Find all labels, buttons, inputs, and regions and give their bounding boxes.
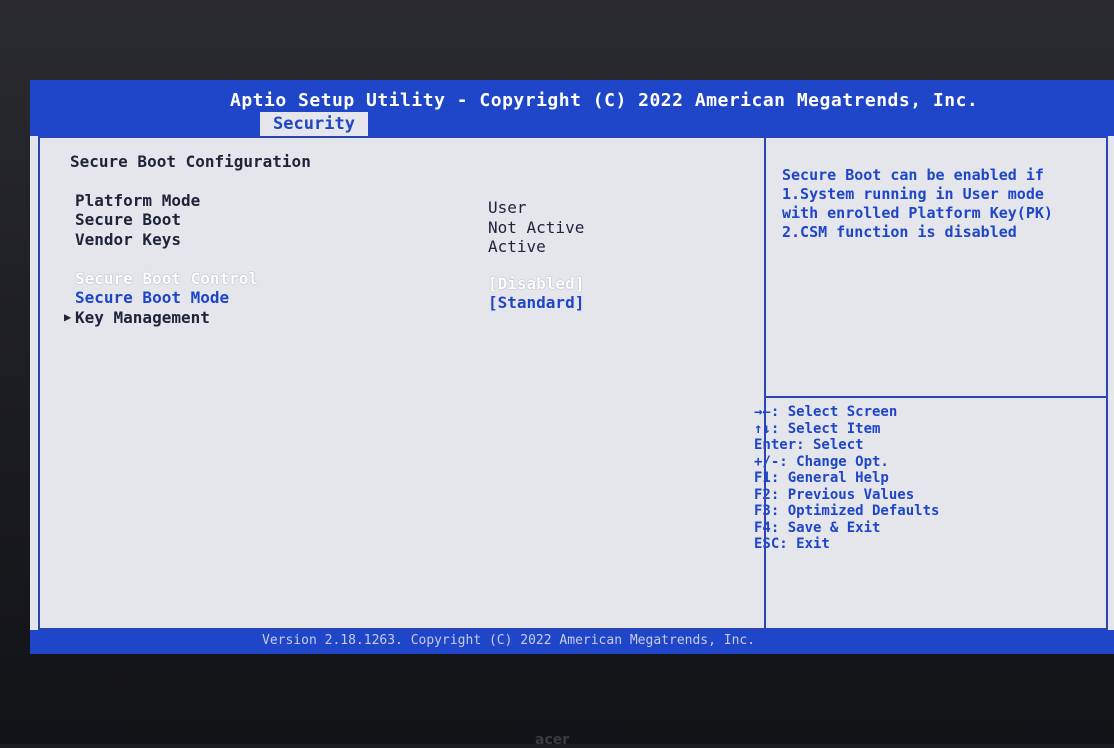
bios-title: Aptio Setup Utility - Copyright (C) 2022… (230, 90, 979, 111)
help-line: Secure Boot can be enabled if (782, 166, 1044, 184)
platform-mode-value: User (488, 198, 527, 217)
key-hint: →←: Select Screen (754, 404, 898, 420)
help-line: with enrolled Platform Key(PK) (782, 204, 1053, 222)
key-management-submenu[interactable]: Key Management (75, 308, 210, 327)
help-panel: Secure Boot can be enabled if 1.System r… (782, 166, 1053, 242)
brand-logo: acer (535, 732, 570, 748)
title-bar: Aptio Setup Utility - Copyright (C) 2022… (30, 80, 1114, 136)
help-divider (766, 396, 1106, 398)
section-title: Secure Boot Configuration (70, 152, 311, 171)
key-hint: +/-: Change Opt. (754, 453, 889, 470)
help-line: 1.System running in User mode (782, 185, 1044, 203)
help-line: 2.CSM function is disabled (782, 223, 1017, 241)
vendor-keys-value: Active (488, 237, 546, 256)
key-hint: F4: Save & Exit (754, 519, 881, 536)
key-hint: ↑↓: Select Item (754, 420, 881, 437)
key-hint: F2: Previous Values (754, 486, 915, 503)
secure-boot-label: Secure Boot (75, 210, 181, 229)
secure-boot-value: Not Active (488, 218, 585, 237)
submenu-arrow-icon: ▶ (64, 310, 72, 324)
key-hint: ESC: Exit (754, 536, 830, 552)
secure-boot-mode-value[interactable]: [Standard] (488, 293, 584, 312)
secure-boot-mode-option[interactable]: Secure Boot Mode (75, 288, 229, 307)
secure-boot-control-value[interactable]: [Disabled] (488, 274, 584, 293)
key-legend: →←: Select Screen ↑↓: Select Item Enter:… (754, 404, 939, 553)
tab-security[interactable]: Security (260, 112, 368, 136)
panel-divider (764, 136, 766, 630)
version-text: Version 2.18.1263. Copyright (C) 2022 Am… (262, 633, 756, 648)
key-hint: F3: Optimized Defaults (754, 503, 940, 519)
platform-mode-label: Platform Mode (75, 191, 201, 210)
key-hint: F1: General Help (754, 470, 889, 486)
key-hint: Enter: Select (754, 437, 864, 453)
secure-boot-control-option[interactable]: Secure Boot Control (75, 269, 258, 288)
footer-bar: Version 2.18.1263. Copyright (C) 2022 Am… (30, 630, 1114, 654)
vendor-keys-label: Vendor Keys (75, 230, 181, 249)
bios-screen: Aptio Setup Utility - Copyright (C) 2022… (30, 80, 1114, 654)
